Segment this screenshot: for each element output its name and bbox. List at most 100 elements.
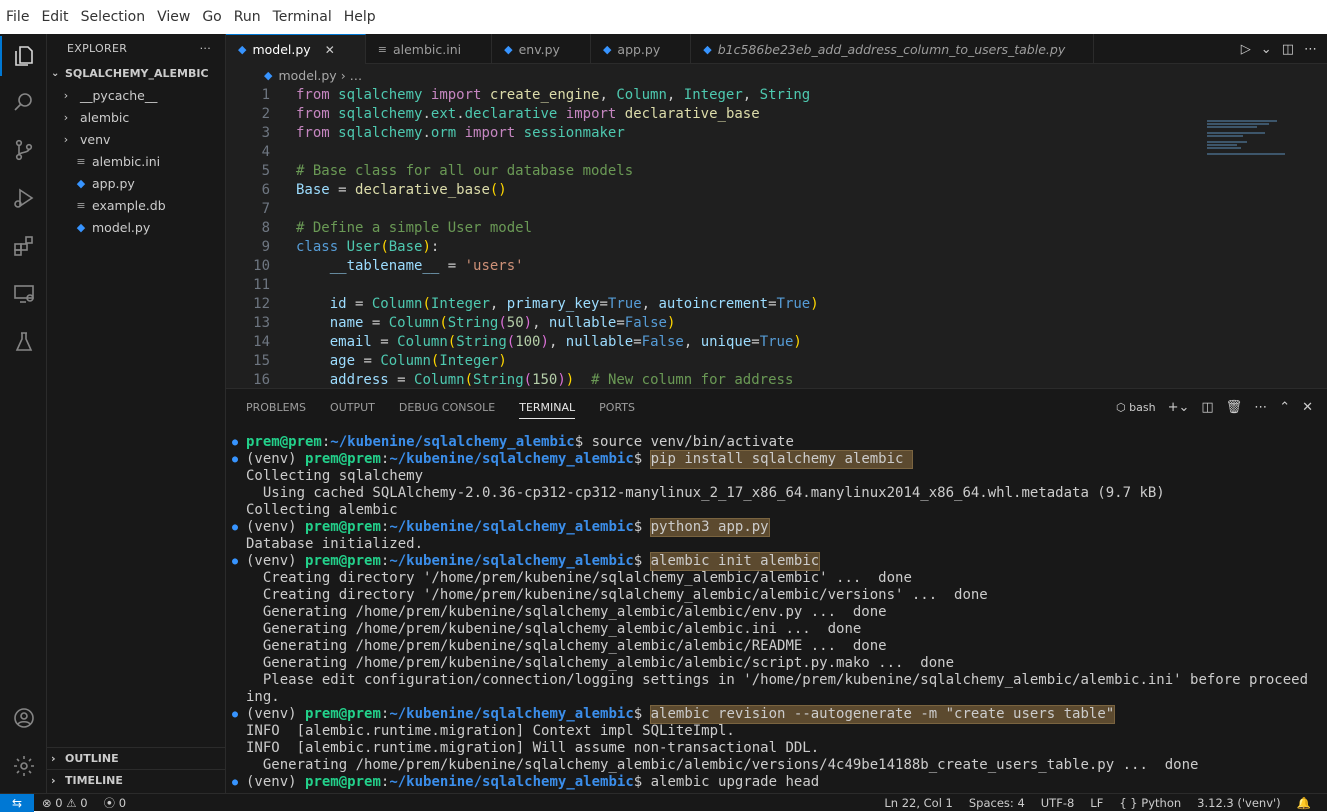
code-line: 3 from sqlalchemy.orm import sessionmaker: [226, 124, 1327, 143]
tree-item[interactable]: ◆ app.py: [47, 172, 225, 194]
cursor-position[interactable]: Ln 22, Col 1: [876, 796, 961, 810]
problems-status[interactable]: ⊗ 0 ⚠ 0: [34, 796, 96, 810]
more-actions-icon[interactable]: ···: [200, 42, 211, 55]
venv-indicator: (venv): [246, 451, 306, 467]
testing-icon[interactable]: [0, 322, 47, 362]
menu-help[interactable]: Help: [338, 9, 382, 25]
editor-tab[interactable]: ◆ model.py ✕: [226, 34, 366, 64]
search-icon[interactable]: [0, 82, 47, 122]
breadcrumb-rest[interactable]: › …: [341, 68, 362, 83]
remote-indicator-icon[interactable]: ⇆: [0, 793, 34, 812]
terminal-output-text: Generating /home/prem/kubenine/sqlalchem…: [246, 621, 862, 637]
command-decoration-icon[interactable]: ●: [232, 706, 246, 723]
terminal-output-text: Generating /home/prem/kubenine/sqlalchem…: [246, 655, 955, 671]
code-line: 8 # Define a simple User model: [226, 219, 1327, 238]
shell-name: bash: [1129, 400, 1156, 414]
terminal-output-text: Creating directory '/home/prem/kubenine/…: [246, 570, 912, 586]
menu-view[interactable]: View: [151, 9, 196, 25]
chevron-down-icon: ⌄: [51, 67, 60, 79]
menu-selection[interactable]: Selection: [75, 9, 152, 25]
menu-terminal[interactable]: Terminal: [267, 9, 338, 25]
outline-section[interactable]: › OUTLINE: [47, 747, 226, 769]
command-decoration-icon[interactable]: ●: [232, 774, 246, 791]
editor-tab[interactable]: ◆ b1c586be23eb_add_address_column_to_user…: [691, 34, 1095, 64]
terminal-shell[interactable]: ⬡ bash: [1116, 401, 1156, 414]
terminal-output-text: Collecting alembic: [246, 502, 398, 518]
editor-tab[interactable]: ≡ alembic.ini: [366, 34, 493, 64]
tab-problems[interactable]: PROBLEMS: [246, 401, 306, 414]
menu-file[interactable]: File: [0, 9, 35, 25]
split-editor-icon[interactable]: ◫: [1282, 42, 1294, 57]
settings-gear-icon[interactable]: [0, 746, 47, 786]
code-line: 11: [226, 276, 1327, 295]
extensions-icon[interactable]: [0, 226, 47, 266]
command-decoration-icon[interactable]: ●: [232, 434, 246, 451]
menu-edit[interactable]: Edit: [35, 9, 74, 25]
python-interpreter[interactable]: 3.12.3 ('venv'): [1189, 796, 1289, 810]
breadcrumb-file[interactable]: model.py: [278, 68, 336, 83]
explorer-title: EXPLORER: [67, 41, 128, 55]
more-actions-icon[interactable]: ⋯: [1254, 400, 1267, 415]
terminal-output[interactable]: ● prem@prem: ~/kubenine/sqlalchemy_alembic…: [232, 434, 1317, 791]
tree-item[interactable]: ≡ example.db: [47, 194, 225, 216]
tree-item[interactable]: › alembic: [47, 106, 225, 128]
account-icon[interactable]: [0, 698, 47, 738]
terminal-line: Generating /home/prem/kubenine/sqlalchem…: [232, 604, 1317, 621]
menu-bar: File Edit Selection View Go Run Terminal…: [0, 0, 1327, 34]
trash-icon[interactable]: 🗑: [1226, 400, 1243, 415]
terminal-line: Using cached SQLAlchemy-2.0.36-cp312-cp3…: [232, 485, 1317, 502]
code-editor[interactable]: 1 from sqlalchemy import create_engine, C…: [226, 86, 1327, 390]
python-icon: ◆: [76, 176, 86, 190]
line-number: 11: [253, 277, 270, 293]
explorer-icon[interactable]: [0, 36, 47, 76]
tab-label: app.py: [617, 41, 661, 57]
maximize-panel-icon[interactable]: ⌃: [1279, 400, 1290, 415]
timeline-section[interactable]: › TIMELINE: [47, 769, 226, 791]
ports-status[interactable]: ⦿ 0: [96, 795, 134, 811]
command-decoration-icon[interactable]: ●: [232, 451, 246, 468]
workspace-root[interactable]: ⌄ SQLALCHEMY_ALEMBIC: [47, 62, 225, 84]
terminal-output-text: Generating /home/prem/kubenine/sqlalchem…: [246, 757, 1199, 773]
tree-item[interactable]: › __pycache__: [47, 84, 225, 106]
end-of-line[interactable]: LF: [1082, 796, 1111, 810]
more-actions-icon[interactable]: ⋯: [1304, 42, 1317, 57]
split-terminal-icon[interactable]: ◫: [1201, 400, 1213, 415]
tab-ports[interactable]: PORTS: [599, 401, 635, 414]
tab-output[interactable]: OUTPUT: [330, 401, 375, 414]
code-line: 4: [226, 143, 1327, 162]
prompt-user: prem@prem: [305, 706, 381, 722]
notifications-icon[interactable]: 🔔: [1289, 796, 1319, 810]
error-count: 0: [55, 795, 63, 810]
tree-item[interactable]: › venv: [47, 128, 225, 150]
menu-run[interactable]: Run: [228, 9, 267, 25]
encoding[interactable]: UTF-8: [1033, 796, 1083, 810]
command-decoration-icon[interactable]: ●: [232, 553, 246, 570]
remote-explorer-icon[interactable]: [0, 274, 47, 314]
run-python-file-icon[interactable]: ▷: [1241, 42, 1251, 57]
cube-icon: ⬡: [1116, 400, 1130, 414]
source-control-icon[interactable]: [0, 130, 47, 170]
terminal-line: ● (venv) prem@prem: ~/kubenine/sqlalchemy_…: [232, 774, 820, 791]
terminal-line: Generating /home/prem/kubenine/sqlalchem…: [232, 757, 1317, 774]
file-tree: › __pycache__ › alembic › venv ≡ alembic.ini ◆ ap…: [47, 84, 225, 238]
tree-item[interactable]: ◆ model.py: [47, 216, 225, 238]
line-number: 2: [261, 106, 270, 122]
tab-debug-console[interactable]: DEBUG CONSOLE: [399, 401, 495, 414]
line-number: 1: [261, 87, 270, 103]
editor-tab[interactable]: ◆ app.py: [591, 34, 692, 64]
tab-terminal[interactable]: TERMINAL: [519, 401, 576, 419]
terminal-output-text: Generating /home/prem/kubenine/sqlalchem…: [246, 604, 887, 620]
terminal-command: alembic revision --autogenerate -m "crea…: [649, 705, 1116, 724]
command-decoration-icon[interactable]: ●: [232, 519, 246, 536]
indentation[interactable]: Spaces: 4: [961, 796, 1033, 810]
close-icon[interactable]: ✕: [1302, 400, 1313, 415]
new-terminal-icon[interactable]: +⌄: [1168, 400, 1190, 415]
run-debug-icon[interactable]: [0, 178, 47, 218]
menu-go[interactable]: Go: [196, 9, 227, 25]
minimap[interactable]: [1207, 120, 1287, 164]
tree-item[interactable]: ≡ alembic.ini: [47, 150, 225, 172]
close-icon[interactable]: ✕: [325, 43, 335, 57]
language-mode[interactable]: { } Python: [1111, 796, 1189, 810]
chevron-down-icon[interactable]: ⌄: [1261, 42, 1272, 57]
editor-tab[interactable]: ◆ env.py: [492, 34, 591, 64]
